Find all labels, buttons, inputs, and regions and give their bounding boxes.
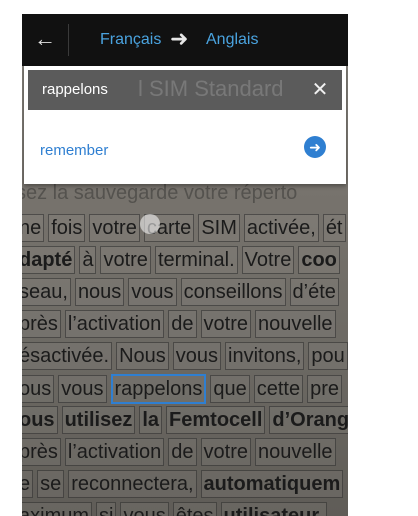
word-box[interactable]: votre: [89, 214, 140, 242]
word-box[interactable]: de: [168, 310, 197, 338]
word-box[interactable]: utilisez: [61, 406, 136, 434]
word-box[interactable]: SIM: [198, 214, 240, 242]
word-box[interactable]: fois: [48, 214, 86, 242]
selected-word[interactable]: rappelons: [110, 374, 207, 404]
word-box[interactable]: invitons,: [225, 342, 305, 370]
word-box[interactable]: votre: [100, 246, 151, 274]
word-box[interactable]: votre: [200, 310, 252, 338]
word-box[interactable]: se: [37, 470, 65, 498]
search-field[interactable]: l SIM Standard rappelons ✕: [28, 70, 342, 110]
word-box[interactable]: ét: [322, 214, 346, 242]
search-input[interactable]: rappelons: [42, 81, 108, 98]
word-box[interactable]: êtes: [172, 502, 217, 516]
word-box[interactable]: pou: [308, 342, 348, 370]
text-line: près l’activation de votre nouvelle: [22, 310, 348, 340]
word-box[interactable]: coo: [298, 246, 340, 274]
word-box[interactable]: que: [210, 375, 250, 403]
word-box[interactable]: votre: [200, 438, 252, 466]
swap-arrow-icon[interactable]: ➜: [170, 28, 188, 50]
word-box[interactable]: la: [139, 406, 163, 434]
word-box[interactable]: Femtocell: [166, 406, 266, 434]
word-box[interactable]: nouvelle: [255, 438, 336, 466]
word-box[interactable]: aximum: [22, 502, 93, 516]
word-box[interactable]: vous: [58, 375, 107, 403]
word-box[interactable]: ous: [22, 375, 55, 403]
faint-line: sez la sauvegarde votre réperto: [22, 182, 298, 204]
word-box[interactable]: ous: [22, 406, 58, 434]
translation-result[interactable]: remember: [40, 142, 108, 159]
word-box[interactable]: dapté: [22, 246, 76, 274]
word-box[interactable]: terminal.: [154, 246, 238, 274]
arrow-right-icon[interactable]: ➜: [304, 136, 326, 158]
text-line: seau, nous vous conseillons d’éte: [22, 278, 348, 308]
document-text: sez la sauvegarde votre réperto ne fois vo…: [22, 182, 348, 516]
text-line: dapté à votre terminal. Votre coo: [22, 246, 348, 276]
back-arrow-icon[interactable]: ←: [32, 26, 58, 52]
word-box[interactable]: Nous: [116, 342, 169, 370]
word-box[interactable]: vous: [128, 278, 177, 306]
translation-card: l SIM Standard rappelons ✕ remember ➜: [24, 66, 346, 184]
word-box[interactable]: e: [22, 470, 34, 498]
text-line: ous vous rappelons que cette pre: [22, 374, 348, 404]
close-icon[interactable]: ✕: [308, 78, 332, 102]
topbar-divider: [68, 24, 69, 56]
word-box[interactable]: près: [22, 310, 61, 338]
target-language[interactable]: Anglais: [206, 31, 258, 49]
word-box[interactable]: utilisateur.: [220, 502, 327, 516]
word-box[interactable]: ne: [22, 214, 45, 242]
phone-screen: sez la sauvegarde votre réperto ne fois vo…: [22, 14, 348, 516]
word-box[interactable]: ésactivée.: [22, 342, 113, 370]
word-box[interactable]: l’activation: [64, 310, 165, 338]
text-line: près l’activation de votre nouvelle: [22, 438, 348, 468]
word-box[interactable]: vous: [172, 342, 222, 370]
word-box[interactable]: Votre: [241, 246, 295, 274]
word-box[interactable]: activée,: [243, 214, 319, 242]
word-box[interactable]: si: [96, 502, 117, 516]
word-box[interactable]: l’activation: [64, 438, 165, 466]
text-line: ne fois votre carte SIM activée, ét: [22, 214, 348, 244]
word-box[interactable]: de: [168, 438, 197, 466]
text-line: ésactivée. Nous vous invitons, pou: [22, 342, 348, 372]
word-box[interactable]: reconnectera,: [68, 470, 197, 498]
word-box[interactable]: à: [79, 246, 97, 274]
word-box[interactable]: d’éte: [289, 278, 339, 306]
word-box[interactable]: nouvelle: [255, 310, 336, 338]
word-box[interactable]: cette: [253, 375, 304, 403]
top-bar: ← Français ➜ Anglais: [22, 14, 348, 66]
word-box[interactable]: pre: [307, 375, 342, 403]
word-box[interactable]: nous: [74, 278, 125, 306]
source-language[interactable]: Français: [100, 31, 161, 49]
search-background-text: l SIM Standard: [138, 76, 284, 101]
word-box[interactable]: conseillons: [180, 278, 286, 306]
word-box[interactable]: seau,: [22, 278, 71, 306]
text-line: ousutilisezlaFemtocelld’Orange: [22, 406, 348, 436]
text-line: e se reconnectera, automatiquem: [22, 470, 348, 500]
text-line: aximum si vous êtes utilisateur.: [22, 502, 348, 516]
tap-indicator: [140, 214, 160, 234]
word-box[interactable]: près: [22, 438, 61, 466]
word-box[interactable]: vous: [120, 502, 169, 516]
word-box[interactable]: automatiquem: [200, 470, 344, 498]
word-box[interactable]: d’Orange: [269, 406, 348, 434]
